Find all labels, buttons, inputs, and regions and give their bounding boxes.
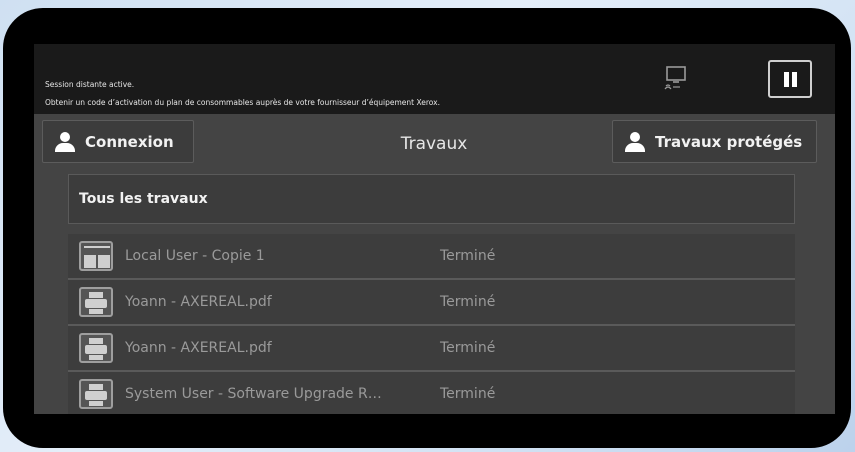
protected-jobs-label: Travaux protégés xyxy=(655,132,803,151)
job-row[interactable]: System User - Software Upgrade R… Termin… xyxy=(68,372,795,414)
copy-icon xyxy=(79,241,113,271)
consumables-plan-notice: Obtenir un code d’activation du plan de … xyxy=(45,98,440,107)
pause-button[interactable] xyxy=(768,60,812,98)
job-row[interactable]: Yoann - AXEREAL.pdf Terminé xyxy=(68,326,795,372)
job-name: Yoann - AXEREAL.pdf xyxy=(125,294,272,310)
page-title: Travaux xyxy=(400,134,468,154)
job-row[interactable]: Local User - Copie 1 Terminé xyxy=(68,234,795,280)
remote-session-notice: Session distante active. xyxy=(45,80,135,89)
user-icon xyxy=(55,131,75,152)
printer-icon xyxy=(79,379,113,409)
job-list: Local User - Copie 1 Terminé Yoann - AXE… xyxy=(68,234,795,414)
job-status: Terminé xyxy=(440,340,496,356)
remote-session-icon xyxy=(664,66,686,90)
status-bar: Session distante active. Obtenir un code… xyxy=(34,44,835,114)
job-filter-dropdown[interactable]: Tous les travaux xyxy=(68,174,795,224)
job-name: Local User - Copie 1 xyxy=(125,248,265,264)
job-name: Yoann - AXEREAL.pdf xyxy=(125,340,272,356)
jobs-header: Connexion Travaux Travaux protégés xyxy=(34,114,835,174)
protected-jobs-button[interactable]: Travaux protégés xyxy=(612,120,817,163)
printer-icon xyxy=(79,287,113,317)
job-status: Terminé xyxy=(440,294,496,310)
pause-icon xyxy=(784,72,789,87)
job-name: System User - Software Upgrade R… xyxy=(125,386,382,402)
touch-screen: Session distante active. Obtenir un code… xyxy=(34,44,835,414)
job-row[interactable]: Yoann - AXEREAL.pdf Terminé xyxy=(68,280,795,326)
login-label: Connexion xyxy=(85,132,174,151)
printer-icon xyxy=(79,333,113,363)
login-button[interactable]: Connexion xyxy=(42,120,194,163)
job-status: Terminé xyxy=(440,386,496,402)
job-filter-label: Tous les travaux xyxy=(79,191,208,207)
user-icon xyxy=(625,131,645,152)
job-status: Terminé xyxy=(440,248,496,264)
